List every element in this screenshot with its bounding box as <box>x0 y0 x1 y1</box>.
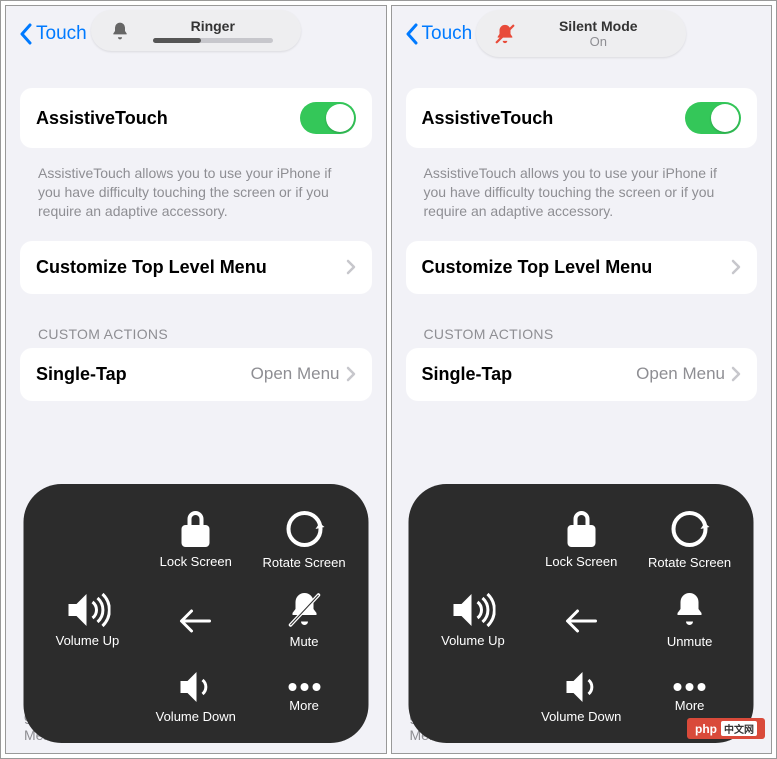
bell-icon <box>672 591 708 629</box>
chevron-right-icon <box>731 366 741 382</box>
silent-hud: Silent Mode On <box>476 10 686 57</box>
empty-cell <box>419 508 527 571</box>
mute-button[interactable]: Mute <box>250 591 358 650</box>
more-button[interactable]: More <box>250 670 358 725</box>
assistivetouch-desc: AssistiveTouch allows you to use your iP… <box>20 156 372 241</box>
volume-down-icon <box>562 670 600 704</box>
custom-actions-header: CUSTOM ACTIONS <box>406 302 758 348</box>
assistivetouch-desc: AssistiveTouch allows you to use your iP… <box>406 156 758 241</box>
back-label: Touch <box>422 23 473 45</box>
bell-icon <box>109 20 131 42</box>
phone-left: Touch Ringer AssistiveTouch AssistiveTou… <box>5 5 387 754</box>
back-arrow-button[interactable] <box>527 591 635 650</box>
chevron-right-icon <box>731 259 741 275</box>
single-tap-label: Single-Tap <box>422 364 513 385</box>
volume-up-icon <box>64 592 110 628</box>
customize-menu-label: Customize Top Level Menu <box>422 257 653 278</box>
lock-icon <box>564 509 598 549</box>
single-tap-row[interactable]: Single-Tap Open Menu <box>406 348 758 401</box>
lock-screen-button[interactable]: Lock Screen <box>527 508 635 571</box>
more-icon <box>284 681 324 693</box>
mute-bell-icon <box>286 591 322 629</box>
empty-cell <box>419 670 527 725</box>
arrow-left-icon <box>178 607 214 635</box>
unmute-button[interactable]: Unmute <box>635 591 743 650</box>
empty-cell <box>33 508 141 571</box>
customize-menu-row[interactable]: Customize Top Level Menu <box>406 241 758 294</box>
single-tap-value: Open Menu <box>251 364 340 384</box>
volume-down-icon <box>177 670 215 704</box>
rotate-screen-button[interactable]: Rotate Screen <box>635 508 743 571</box>
chevron-right-icon <box>346 366 356 382</box>
arrow-left-icon <box>563 607 599 635</box>
lock-icon <box>179 509 213 549</box>
single-tap-row[interactable]: Single-Tap Open Menu <box>20 348 372 401</box>
single-tap-value: Open Menu <box>636 364 725 384</box>
chevron-right-icon <box>346 259 356 275</box>
back-button[interactable]: Touch <box>18 23 87 45</box>
settings-content: AssistiveTouch AssistiveTouch allows you… <box>6 58 386 401</box>
rotate-icon <box>283 508 325 550</box>
assistivetouch-label: AssistiveTouch <box>422 108 554 129</box>
volume-up-button[interactable]: Volume Up <box>33 591 141 650</box>
nav-header: Touch Ringer <box>6 6 386 58</box>
volume-down-button[interactable]: Volume Down <box>142 670 250 725</box>
back-arrow-button[interactable] <box>142 591 250 650</box>
ringer-slider <box>153 38 273 43</box>
ringer-hud: Ringer <box>91 10 301 51</box>
customize-menu-row[interactable]: Customize Top Level Menu <box>20 241 372 294</box>
assistivetouch-row[interactable]: AssistiveTouch <box>406 88 758 148</box>
volume-up-icon <box>450 592 496 628</box>
chevron-left-icon <box>404 23 420 45</box>
rotate-screen-button[interactable]: Rotate Screen <box>250 508 358 571</box>
more-icon <box>670 681 710 693</box>
custom-actions-header: CUSTOM ACTIONS <box>20 302 372 348</box>
bell-slash-icon <box>494 23 516 45</box>
single-tap-label: Single-Tap <box>36 364 127 385</box>
assistivetouch-toggle[interactable] <box>685 102 741 134</box>
assistivetouch-overlay: Lock Screen Rotate Screen Volume Up Mute… <box>23 484 368 743</box>
assistivetouch-label: AssistiveTouch <box>36 108 168 129</box>
hud-sub: On <box>590 34 607 49</box>
lock-screen-button[interactable]: Lock Screen <box>142 508 250 571</box>
chevron-left-icon <box>18 23 34 45</box>
rotate-icon <box>669 508 711 550</box>
phone-right: Touch Silent Mode On AssistiveTouch Assi… <box>391 5 773 754</box>
customize-menu-label: Customize Top Level Menu <box>36 257 267 278</box>
settings-content: AssistiveTouch AssistiveTouch allows you… <box>392 58 772 401</box>
volume-up-button[interactable]: Volume Up <box>419 591 527 650</box>
assistivetouch-row[interactable]: AssistiveTouch <box>20 88 372 148</box>
assistivetouch-overlay: Lock Screen Rotate Screen Volume Up Unmu… <box>409 484 754 743</box>
hud-title: Silent Mode <box>559 18 638 34</box>
hud-title: Ringer <box>191 18 235 34</box>
assistivetouch-toggle[interactable] <box>300 102 356 134</box>
back-label: Touch <box>36 23 87 45</box>
empty-cell <box>33 670 141 725</box>
watermark-badge: php中文网 <box>687 718 765 739</box>
nav-header: Touch Silent Mode On <box>392 6 772 58</box>
volume-down-button[interactable]: Volume Down <box>527 670 635 725</box>
back-button[interactable]: Touch <box>404 23 473 45</box>
more-button[interactable]: More <box>635 670 743 725</box>
